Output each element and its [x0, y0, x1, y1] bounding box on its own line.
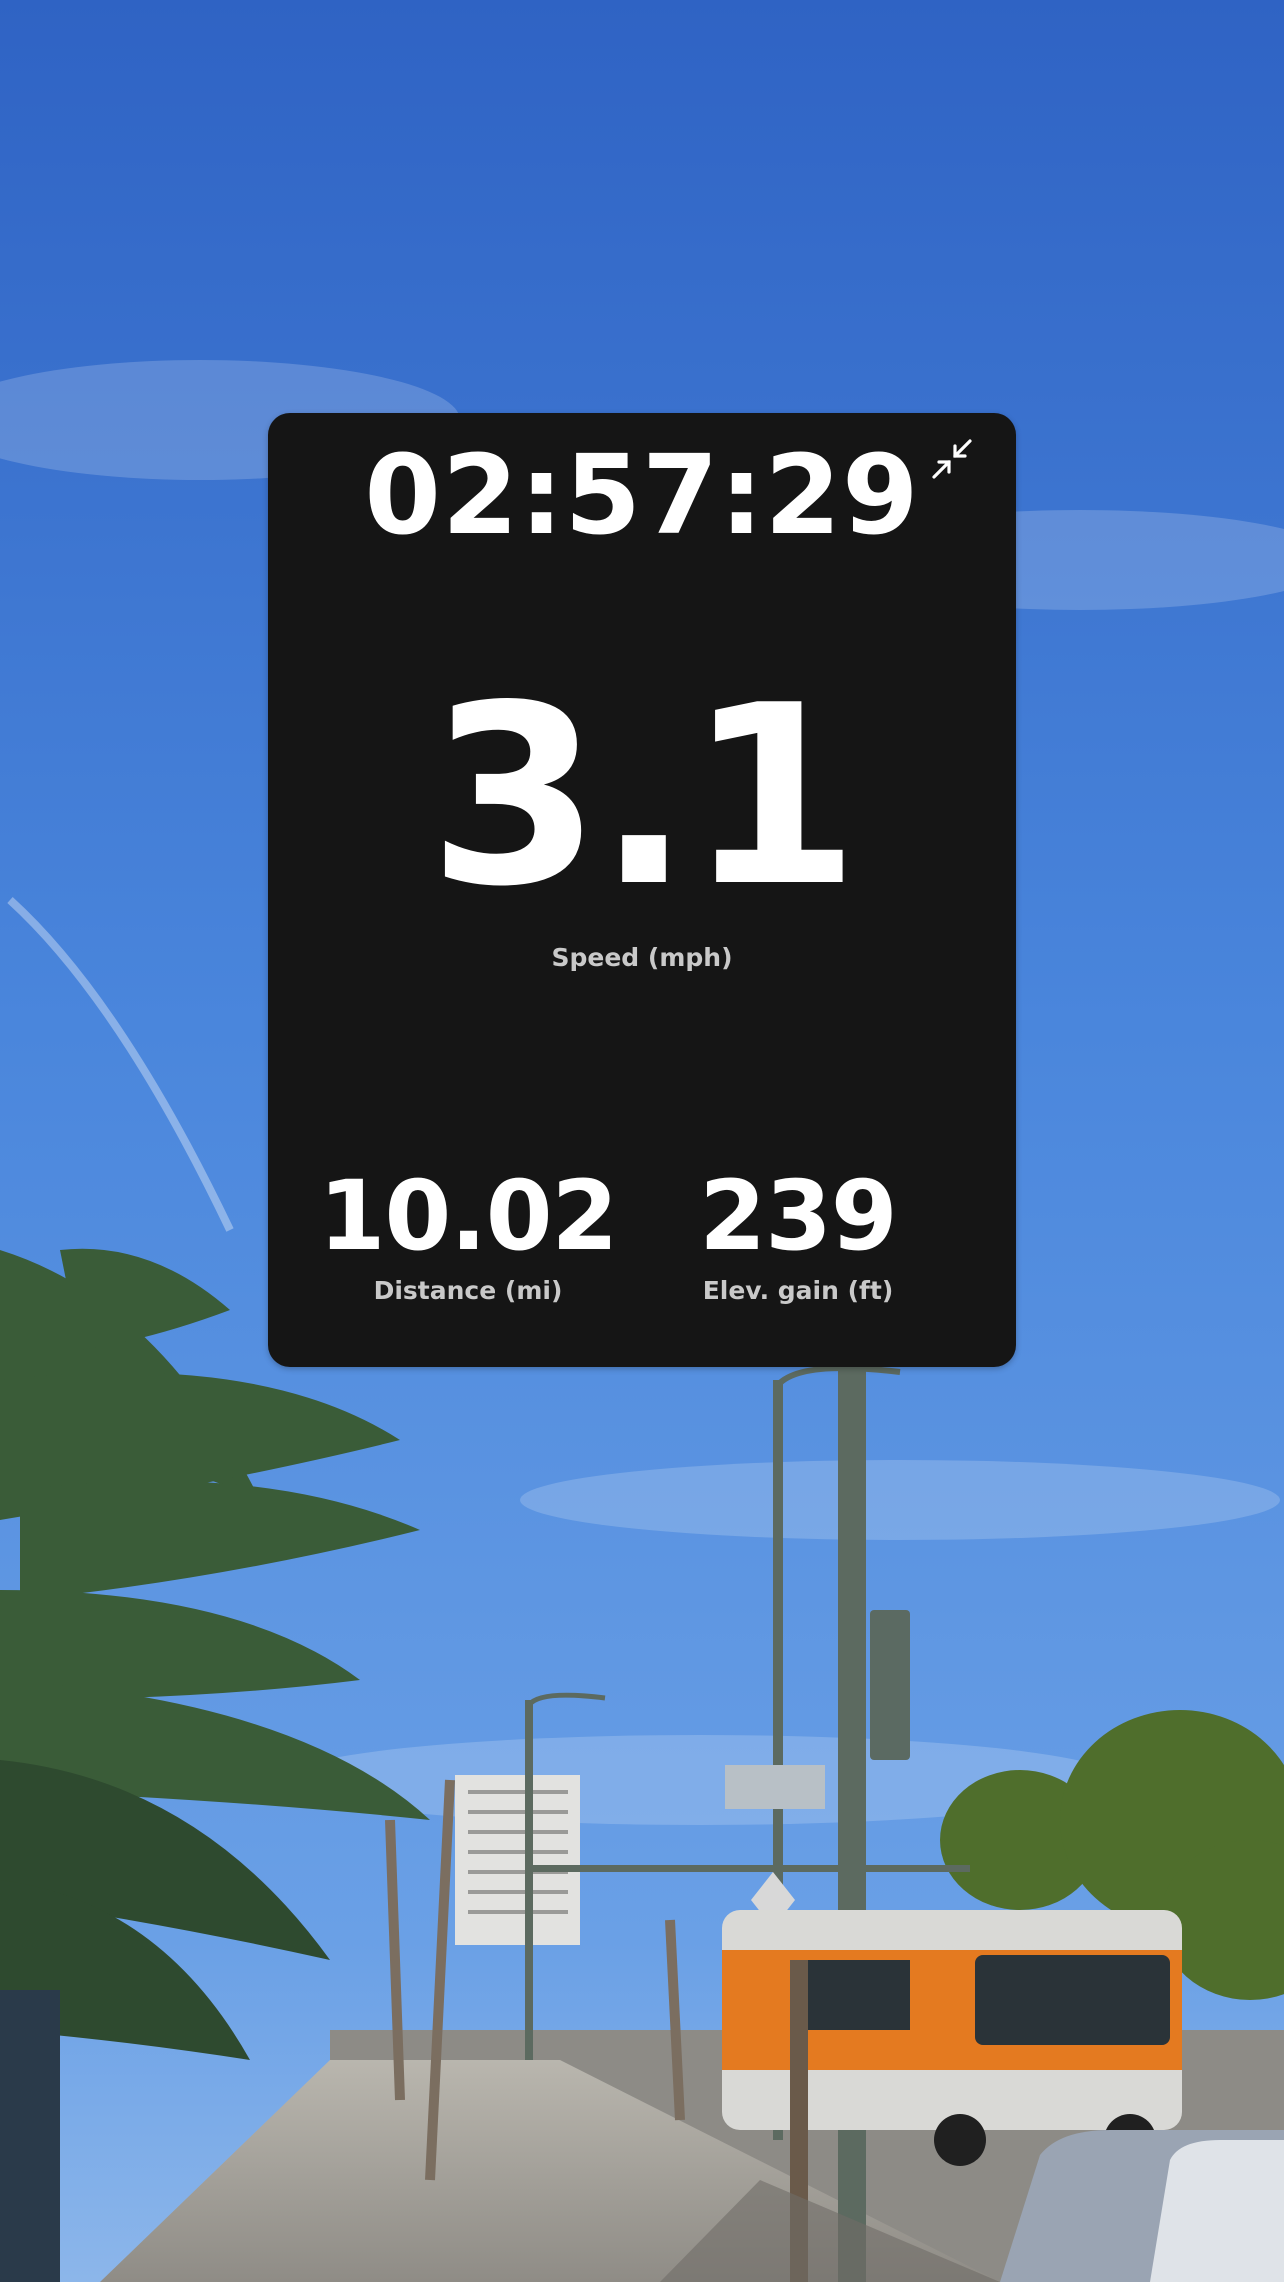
collapse-button[interactable]: [926, 433, 978, 485]
elevation-label: Elev. gain (ft): [702, 1276, 894, 1305]
collapse-arrows-icon: [932, 439, 972, 479]
workout-stats-card: 02:57:29 3.1 Speed (mph) 10.02 Distance …: [268, 413, 1016, 1367]
speed-label: Speed (mph): [551, 943, 733, 972]
elapsed-time: 02:57:29: [364, 431, 920, 559]
elevation-stat: 239 Elev. gain (ft): [638, 1168, 958, 1305]
speed-value: 3.1: [428, 653, 859, 941]
distance-value: 10.02: [318, 1160, 619, 1272]
distance-label: Distance (mi): [373, 1276, 563, 1305]
distance-stat: 10.02 Distance (mi): [308, 1168, 628, 1305]
elevation-value: 239: [699, 1160, 897, 1272]
